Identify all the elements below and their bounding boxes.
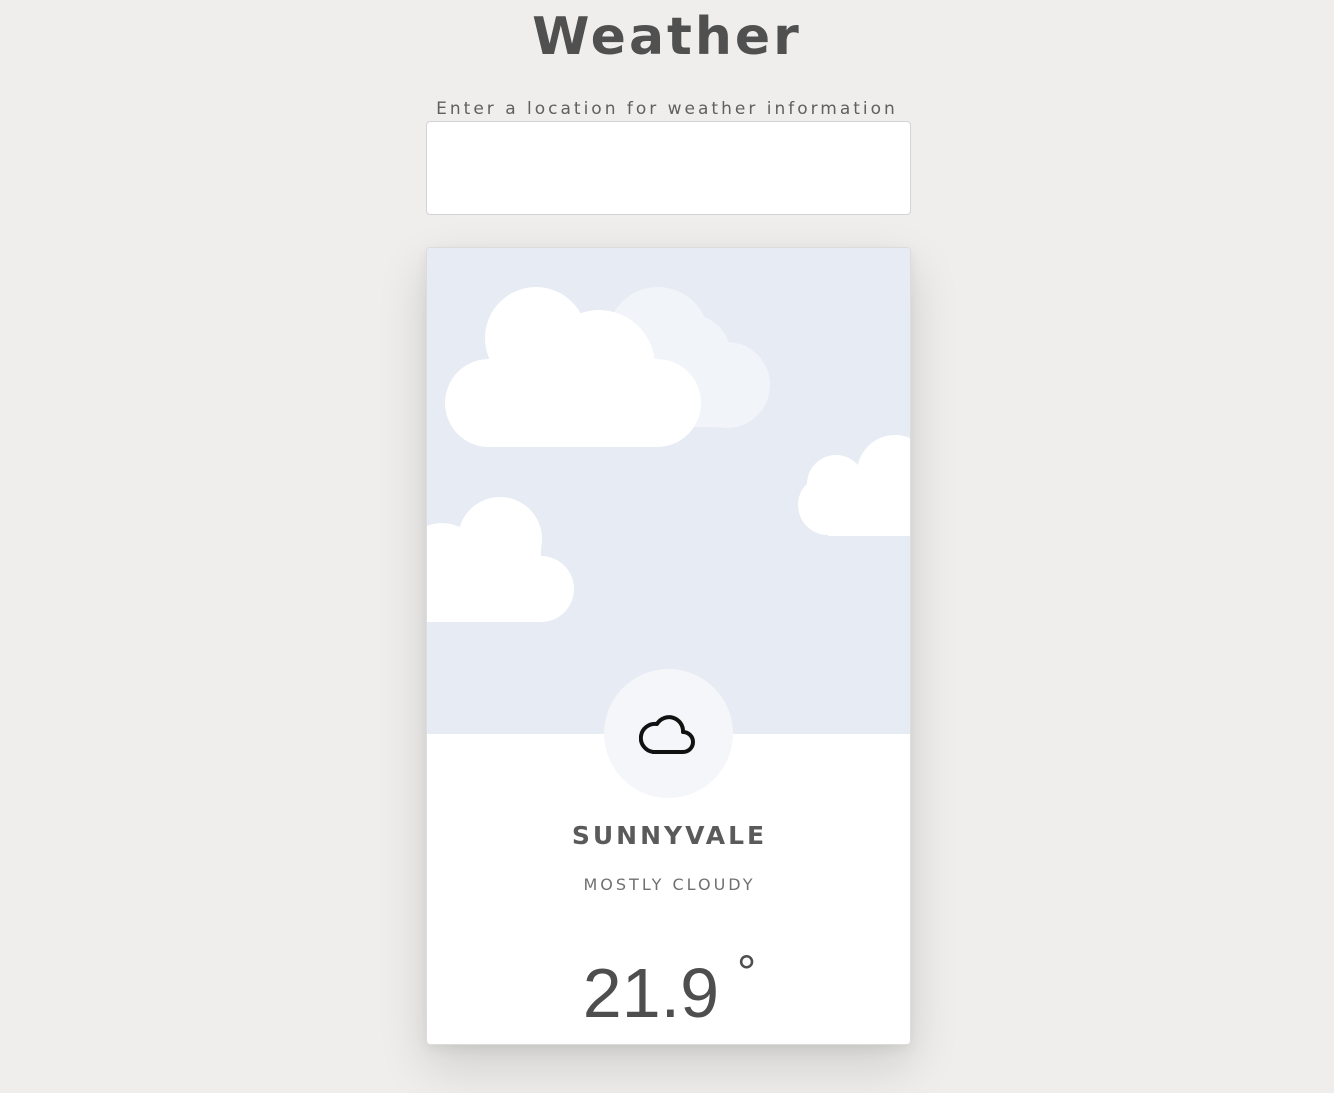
clouds-illustration bbox=[427, 287, 910, 622]
sky-illustration bbox=[427, 248, 910, 734]
weather-card: SUNNYVALE MOSTLY CLOUDY 21.9 ° bbox=[426, 247, 911, 1045]
location-input-label: Enter a location for weather information bbox=[436, 99, 898, 119]
city-name: SUNNYVALE bbox=[571, 821, 768, 850]
right-cloud bbox=[798, 435, 910, 536]
cloud-icon bbox=[638, 714, 695, 754]
weather-page: Weather Enter a location for weather inf… bbox=[0, 0, 1334, 1093]
weather-condition: MOSTLY CLOUDY bbox=[583, 875, 756, 894]
weather-icon-badge bbox=[604, 669, 733, 798]
temperature-value: 21.9 bbox=[582, 954, 720, 1032]
location-input[interactable] bbox=[426, 121, 911, 215]
page-title: Weather bbox=[532, 7, 802, 67]
temperature-unit: ° bbox=[737, 947, 757, 1000]
lower-left-cloud bbox=[427, 497, 574, 622]
temperature-readout: 21.9 ° bbox=[427, 932, 910, 1035]
